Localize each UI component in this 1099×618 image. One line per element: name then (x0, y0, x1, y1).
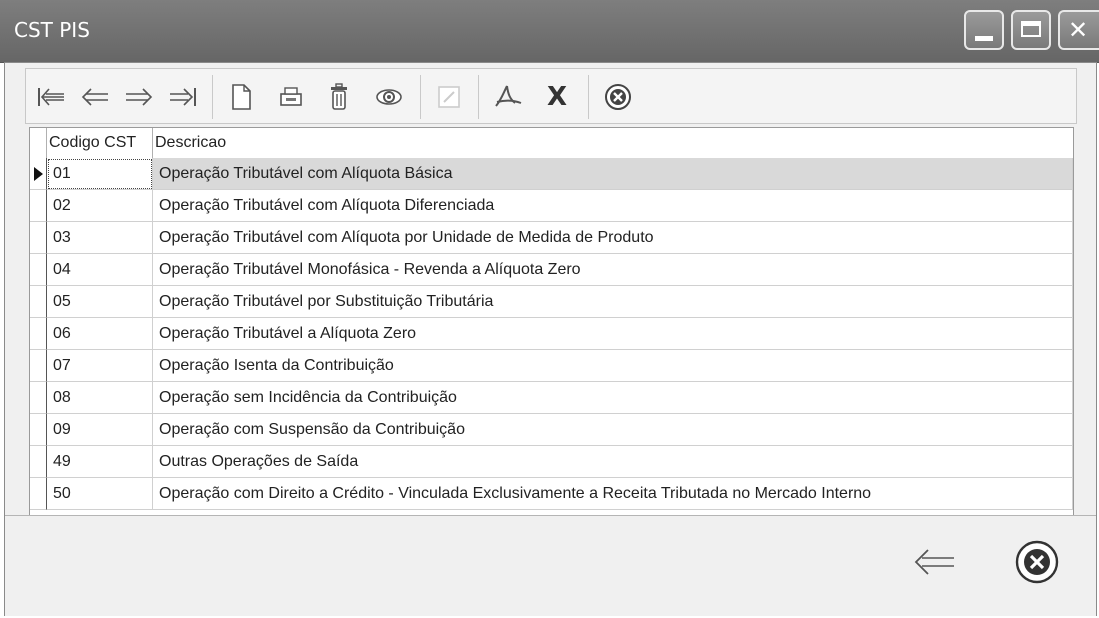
cell-codigo-cst[interactable]: 09 (47, 414, 153, 446)
table-row[interactable]: 50 Operação com Direito a Crédito - Vincu… (30, 478, 1073, 510)
row-indicator[interactable] (30, 318, 47, 350)
table-row[interactable]: 06 Operação Tributável a Alíquota Zero (30, 318, 1073, 350)
cell-descricao[interactable]: Operação Tributável com Alíquota Básica (153, 158, 1073, 190)
previous-record-button[interactable] (76, 77, 114, 117)
row-indicator[interactable] (30, 446, 47, 478)
delete-record-button[interactable] (320, 77, 358, 117)
toolbar-separator (420, 75, 421, 119)
last-record-button[interactable] (164, 77, 202, 117)
toolbar-separator (478, 75, 479, 119)
minimize-icon (975, 36, 993, 41)
header-indicator-cell (30, 128, 47, 158)
maximize-icon (1021, 21, 1041, 37)
cell-codigo-cst[interactable]: 07 (47, 350, 153, 382)
footer-bar (5, 515, 1096, 616)
table-row[interactable]: 08 Operação sem Incidência da Contribuiçã… (30, 382, 1073, 414)
close-circle-icon (1015, 540, 1059, 584)
first-record-button[interactable] (32, 77, 70, 117)
trash-icon (331, 83, 347, 110)
table-row[interactable]: 07 Operação Isenta da Contribuição (30, 350, 1073, 382)
back-button[interactable] (909, 538, 959, 586)
close-icon: ✕ (1068, 16, 1089, 44)
row-indicator[interactable] (30, 190, 47, 222)
toolbar-separator (212, 75, 213, 119)
arrow-first-icon (38, 88, 64, 106)
cell-codigo-cst[interactable]: 01 (47, 158, 153, 190)
print-record-button[interactable] (272, 77, 310, 117)
navigation-toolbar: X (25, 68, 1077, 124)
cst-grid[interactable]: Codigo CST Descricao 01 Operação Tributáv… (29, 127, 1074, 569)
title-bar[interactable]: CST PIS ✕ (0, 0, 1099, 63)
cell-descricao[interactable]: Operação Tributável com Alíquota Diferen… (153, 190, 1073, 222)
header-codigo-cst[interactable]: Codigo CST (47, 128, 153, 158)
cell-descricao[interactable]: Operação Isenta da Contribuição (153, 350, 1073, 382)
header-descricao[interactable]: Descricao (153, 128, 1073, 158)
edit-record-button[interactable] (430, 77, 468, 117)
new-document-icon (232, 84, 251, 110)
cell-descricao[interactable]: Operação Tributável com Alíquota por Uni… (153, 222, 1073, 254)
close-circle-icon (605, 84, 631, 110)
table-row[interactable]: 05 Operação Tributável por Substituição T… (30, 286, 1073, 318)
toolbar-separator (588, 75, 589, 119)
window-title: CST PIS (14, 18, 90, 42)
excel-icon: X (546, 82, 568, 112)
row-indicator[interactable] (30, 382, 47, 414)
close-form-button[interactable] (598, 77, 638, 117)
table-row[interactable]: 49 Outras Operações de Saída (30, 446, 1073, 478)
pdf-icon (495, 85, 522, 107)
row-indicator[interactable] (30, 414, 47, 446)
new-record-button[interactable] (222, 77, 260, 117)
row-indicator[interactable] (30, 254, 47, 286)
table-row[interactable]: 09 Operação com Suspensão da Contribuição (30, 414, 1073, 446)
printer-icon (280, 87, 302, 106)
close-form-footer-button[interactable] (1011, 536, 1063, 588)
export-pdf-button[interactable] (488, 77, 528, 117)
arrow-left-icon (914, 549, 954, 575)
eye-icon (376, 89, 402, 105)
cst-pis-window: CST PIS ✕ X Codigo CST Descricao 01 Oper… (0, 0, 1099, 618)
grid-header: Codigo CST Descricao (30, 128, 1073, 159)
table-row[interactable]: 02 Operação Tributável com Alíquota Difer… (30, 190, 1073, 222)
row-indicator[interactable] (30, 478, 47, 510)
row-indicator[interactable] (30, 158, 47, 190)
table-row[interactable]: 04 Operação Tributável Monofásica - Reven… (30, 254, 1073, 286)
arrow-left-icon (81, 88, 108, 106)
cell-codigo-cst[interactable]: 06 (47, 318, 153, 350)
cell-codigo-cst[interactable]: 03 (47, 222, 153, 254)
row-indicator[interactable] (30, 350, 47, 382)
row-indicator[interactable] (30, 286, 47, 318)
minimize-button[interactable] (964, 10, 1004, 50)
close-button[interactable]: ✕ (1058, 10, 1099, 50)
cell-descricao[interactable]: Operação Tributável a Alíquota Zero (153, 318, 1073, 350)
cell-descricao[interactable]: Operação com Direito a Crédito - Vincula… (153, 478, 1073, 510)
row-indicator[interactable] (30, 222, 47, 254)
table-row[interactable]: 03 Operação Tributável com Alíquota por U… (30, 222, 1073, 254)
cell-descricao[interactable]: Operação sem Incidência da Contribuição (153, 382, 1073, 414)
cell-codigo-cst[interactable]: 50 (47, 478, 153, 510)
form-body: X Codigo CST Descricao 01 Operação Tribut… (4, 62, 1097, 616)
cell-descricao[interactable]: Operação Tributável por Substituição Tri… (153, 286, 1073, 318)
view-record-button[interactable] (368, 77, 410, 117)
arrow-right-icon (126, 88, 153, 106)
cell-codigo-cst[interactable]: 49 (47, 446, 153, 478)
cell-codigo-cst[interactable]: 08 (47, 382, 153, 414)
table-row[interactable]: 01 Operação Tributável com Alíquota Básic… (30, 158, 1073, 190)
next-record-button[interactable] (120, 77, 158, 117)
cell-descricao[interactable]: Outras Operações de Saída (153, 446, 1073, 478)
export-excel-button[interactable]: X (538, 77, 576, 117)
cell-descricao[interactable]: Operação com Suspensão da Contribuição (153, 414, 1073, 446)
arrow-last-icon (170, 88, 196, 106)
edit-icon (438, 86, 460, 108)
cell-codigo-cst[interactable]: 05 (47, 286, 153, 318)
cell-descricao[interactable]: Operação Tributável Monofásica - Revenda… (153, 254, 1073, 286)
cell-codigo-cst[interactable]: 04 (47, 254, 153, 286)
cell-codigo-cst[interactable]: 02 (47, 190, 153, 222)
current-row-pointer-icon (34, 167, 43, 181)
maximize-button[interactable] (1011, 10, 1051, 50)
